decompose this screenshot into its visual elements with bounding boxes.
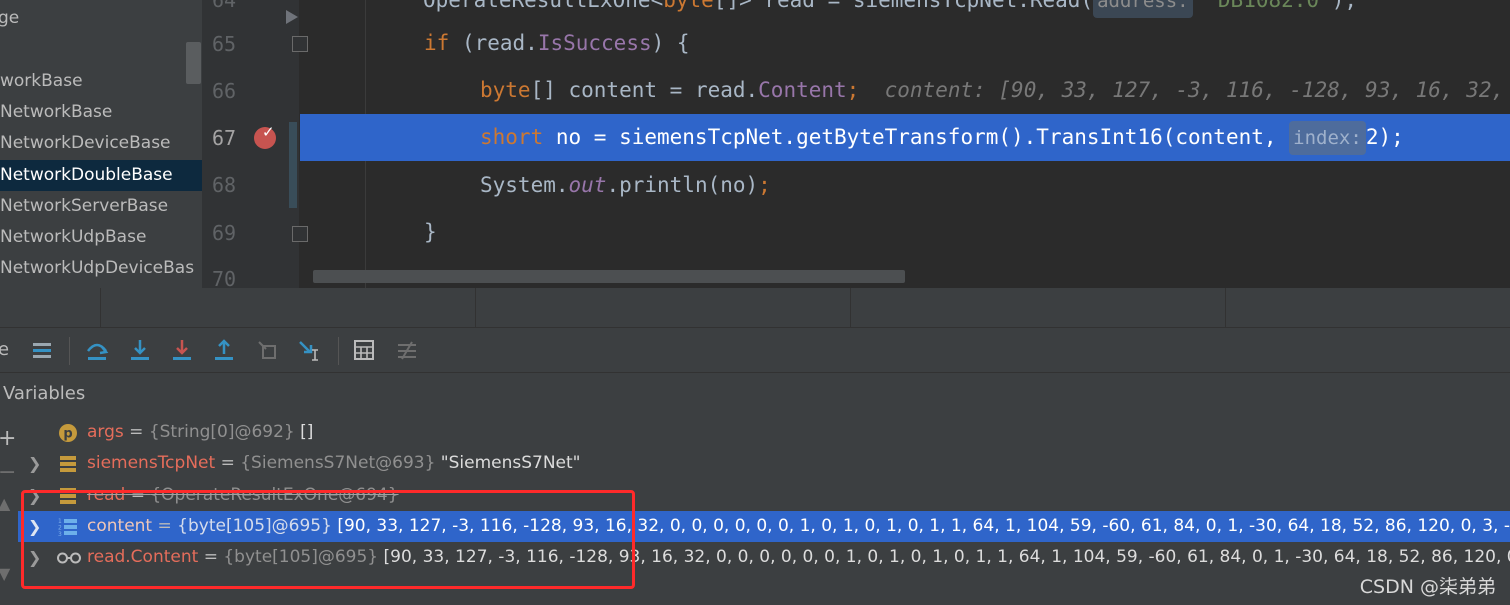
variable-text: args = {String[0]@692} []	[87, 417, 313, 448]
line-number: 69	[212, 221, 237, 245]
code-token: OperateResultExOne<	[423, 0, 664, 12]
line-number: 65	[212, 32, 237, 56]
parameter-hint: index:	[1289, 121, 1366, 155]
add-watch-icon[interactable]: +	[0, 426, 16, 451]
variables-side-toolbar: + − ▲ ▼	[0, 414, 18, 605]
code-token: 2);	[1365, 125, 1404, 149]
variable-name: args	[87, 422, 124, 442]
breakpoint-icon[interactable]: ✓	[254, 123, 276, 149]
code-line-68[interactable]: System.out.println(no);	[300, 162, 1510, 209]
tree-item[interactable]: NetworkDeviceBase	[0, 128, 171, 159]
code-token: [] content = read.	[530, 78, 759, 102]
move-down-icon[interactable]: ▼	[0, 564, 10, 583]
watermark: CSDN @柒弟弟	[1359, 576, 1496, 598]
move-up-icon[interactable]: ▲	[0, 494, 10, 513]
code-line-69[interactable]: }	[300, 209, 1510, 256]
step-over-icon[interactable]	[84, 337, 110, 363]
toolbar-divider	[69, 337, 70, 365]
string-token: "DB1082.0"	[1205, 0, 1332, 12]
tree-item[interactable]: ge	[0, 3, 19, 34]
tab-divider	[475, 288, 476, 328]
evaluate-expression-icon[interactable]	[351, 337, 377, 363]
show-execution-point-icon[interactable]	[29, 337, 55, 363]
variable-equals: =	[123, 422, 149, 442]
editor-gutter[interactable]: 64 65 66 67 68 69 70 ✓	[202, 0, 308, 288]
line-number: 64	[212, 0, 237, 12]
tree-scrollbar[interactable]	[186, 42, 201, 84]
field-icon	[58, 454, 78, 474]
code-line-67-execution[interactable]: short no = siemensTcpNet.getByteTransfor…	[300, 114, 1510, 161]
project-tree: ge workBase NetworkBase NetworkDeviceBas…	[0, 0, 202, 288]
field-token: out	[568, 173, 607, 197]
keyword-token: short	[480, 125, 544, 149]
svg-text:p: p	[63, 427, 72, 442]
toolbar-divider	[338, 337, 339, 365]
step-out-icon[interactable]	[211, 337, 237, 363]
parameter-hint: address:	[1093, 0, 1193, 18]
tab-divider	[850, 288, 851, 328]
line-number: 70	[212, 267, 237, 288]
line-number: 68	[212, 173, 237, 197]
variable-type: {String[0]@692}	[148, 422, 295, 442]
variable-type: {SiemensS7Net@693}	[240, 453, 436, 473]
keyword-token: byte	[480, 78, 531, 102]
tree-item[interactable]: NetworkUdpBase	[0, 222, 146, 253]
variable-text: siemensTcpNet = {SiemensS7Net@693} "Siem…	[87, 448, 581, 479]
tree-item[interactable]: NetworkUdpDeviceBas	[0, 253, 194, 284]
tab-divider	[1225, 288, 1226, 328]
code-line-66[interactable]: byte[] content = read.Content; content: …	[300, 67, 1510, 114]
variable-value: []	[294, 422, 314, 442]
vcs-change-marker[interactable]	[289, 122, 297, 208]
remove-watch-icon[interactable]: −	[0, 460, 16, 485]
code-token: }	[424, 220, 437, 244]
line-number-current: 67	[212, 126, 237, 150]
code-token: []> read = siemensTcpNet.Read(	[713, 0, 1094, 12]
line-number: 66	[212, 79, 237, 103]
annotation-highlight-box	[21, 490, 635, 589]
variable-name: siemensTcpNet	[87, 453, 216, 473]
tree-item[interactable]: NetworkServerBase	[0, 191, 168, 222]
tree-item[interactable]: workBase	[0, 66, 83, 97]
field-token: IsSuccess	[537, 31, 652, 55]
field-token: Content	[758, 78, 847, 102]
chevron-right-icon[interactable]: ❯	[28, 448, 42, 479]
code-token: ;	[846, 78, 860, 102]
toolbar-label: e	[0, 339, 10, 360]
code-token: (read.	[449, 31, 538, 55]
code-line-65[interactable]: if (read.IsSuccess) {	[300, 20, 1510, 67]
tab-divider	[100, 288, 101, 328]
step-into-icon[interactable]	[127, 337, 153, 363]
code-token: );	[1331, 0, 1357, 12]
code-token: ) {	[651, 31, 690, 55]
inline-debug-value: content: [90, 33, 127, -3, 116, -128, 93…	[884, 78, 1510, 102]
execution-arrow-icon	[286, 10, 298, 24]
editor-horizontal-scrollbar[interactable]	[313, 270, 905, 283]
code-token: ;	[758, 173, 771, 197]
variables-panel-title: Variables	[3, 383, 86, 404]
force-step-into-icon[interactable]	[169, 337, 195, 363]
code-editor[interactable]: 64 65 66 67 68 69 70 ✓ OperateResultExOn…	[202, 0, 1510, 288]
drop-frame-icon[interactable]	[254, 337, 280, 363]
debug-toolbar: e	[0, 329, 1510, 373]
variable-value: "SiemensS7Net"	[435, 453, 581, 473]
tree-item-selected[interactable]: NetworkDoubleBase	[0, 160, 202, 191]
code-token: .println(no)	[606, 173, 759, 197]
checkmark-icon: ✓	[262, 123, 275, 141]
variable-row[interactable]: ❯ siemensTcpNet = {SiemensS7Net@693} "Si…	[18, 448, 1510, 479]
keyword-token: if	[424, 31, 450, 55]
code-token: System.	[480, 173, 569, 197]
debug-tab-strip	[0, 288, 1510, 328]
run-to-cursor-icon[interactable]	[297, 337, 323, 363]
variable-equals: =	[215, 453, 241, 473]
code-token: no = siemensTcpNet.getByteTransform().Tr…	[543, 125, 1290, 149]
variable-row[interactable]: p args = {String[0]@692} []	[18, 417, 1510, 448]
tree-item[interactable]: NetworkBase	[0, 97, 112, 128]
trace-stream-icon[interactable]	[394, 337, 420, 363]
keyword-token: byte	[663, 0, 714, 12]
parameter-icon: p	[58, 423, 78, 443]
